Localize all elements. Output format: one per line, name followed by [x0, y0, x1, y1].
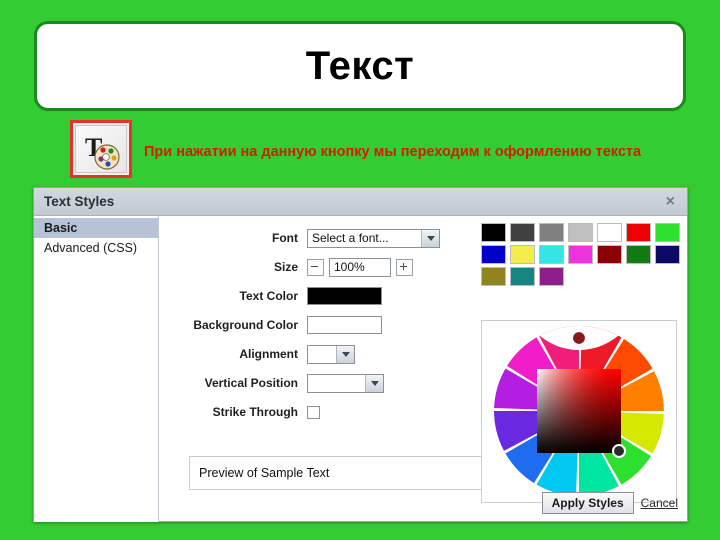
chevron-down-icon	[336, 345, 354, 363]
color-swatch[interactable]	[510, 223, 535, 242]
minus-icon[interactable]	[307, 258, 324, 276]
dialog-form: Font Select a font... Size 100% Text Col…	[159, 216, 497, 522]
background-color-label: Background Color	[193, 318, 298, 332]
background-color-field[interactable]	[307, 316, 382, 334]
color-swatch[interactable]	[597, 223, 622, 242]
text-styles-button-thumbnail[interactable]: T	[70, 120, 132, 178]
size-label: Size	[273, 260, 298, 274]
strike-through-checkbox[interactable]	[307, 405, 320, 419]
alignment-select[interactable]	[307, 344, 355, 364]
form-row-font: Font Select a font...	[159, 224, 475, 252]
form-row-background-color: Background Color	[159, 311, 475, 339]
dialog-body: Basic Advanced (CSS) Font Select a font.…	[34, 216, 687, 522]
color-swatch[interactable]	[481, 267, 506, 286]
text-styles-dialog: Text Styles × Basic Advanced (CSS) Font …	[33, 187, 688, 522]
hue-marker	[570, 329, 588, 347]
color-swatch[interactable]	[510, 267, 535, 286]
color-swatch[interactable]	[568, 223, 593, 242]
color-swatch[interactable]	[655, 223, 680, 242]
sv-marker	[612, 444, 626, 458]
font-select-value: Select a font...	[312, 231, 389, 245]
dialog-titlebar: Text Styles ×	[34, 188, 687, 216]
chevron-down-icon	[421, 229, 439, 247]
font-label: Font	[272, 231, 298, 245]
chevron-down-icon	[365, 374, 383, 392]
text-color-label: Text Color	[239, 289, 298, 303]
sidebar-item-advanced-css[interactable]: Advanced (CSS)	[34, 238, 158, 258]
form-row-text-color: Text Color	[159, 282, 475, 310]
form-row-vertical-position: Vertical Position	[159, 369, 475, 397]
preview-text: Preview of Sample Text	[199, 466, 330, 480]
font-select[interactable]: Select a font...	[307, 228, 440, 248]
apply-styles-button[interactable]: Apply Styles	[541, 492, 634, 514]
color-swatch-grid	[481, 223, 680, 286]
close-icon[interactable]: ×	[664, 193, 677, 210]
color-panel	[475, 216, 687, 522]
plus-icon[interactable]	[396, 258, 413, 276]
vertical-position-select[interactable]	[307, 373, 384, 393]
form-row-size: Size 100%	[159, 253, 475, 281]
preview-box: Preview of Sample Text	[189, 456, 497, 490]
dialog-title: Text Styles	[44, 194, 115, 209]
color-swatch[interactable]	[510, 245, 535, 264]
sidebar-item-basic[interactable]: Basic	[34, 218, 158, 238]
alignment-label: Alignment	[239, 347, 298, 361]
color-swatch[interactable]	[626, 223, 651, 242]
text-palette-glyph: T	[85, 133, 120, 170]
annotation-text: При нажатии на данную кнопку мы переходи…	[144, 144, 642, 160]
cancel-link[interactable]: Cancel	[641, 496, 678, 510]
color-swatch[interactable]	[597, 245, 622, 264]
strike-through-label: Strike Through	[212, 405, 298, 419]
hue-ring-with-sv-square-icon[interactable]	[482, 321, 676, 502]
color-wheel-panel[interactable]	[481, 320, 677, 503]
color-swatch[interactable]	[655, 245, 680, 264]
text-styles-palette-icon: T	[75, 125, 127, 173]
text-color-field[interactable]	[307, 287, 382, 305]
vertical-position-label: Vertical Position	[204, 376, 298, 390]
color-swatch[interactable]	[539, 267, 564, 286]
dialog-footer: Apply Styles Cancel	[541, 492, 678, 514]
page-title: Текст	[305, 43, 415, 88]
color-swatch[interactable]	[481, 223, 506, 242]
dialog-sidebar: Basic Advanced (CSS)	[34, 216, 159, 522]
form-row-strike-through: Strike Through	[159, 398, 475, 426]
size-input[interactable]: 100%	[329, 257, 391, 277]
form-row-alignment: Alignment	[159, 340, 475, 368]
color-swatch[interactable]	[626, 245, 651, 264]
color-swatch[interactable]	[539, 245, 564, 264]
color-swatch[interactable]	[539, 223, 564, 242]
color-swatch[interactable]	[481, 245, 506, 264]
slide-title-box: Текст	[34, 21, 686, 111]
color-swatch[interactable]	[568, 245, 593, 264]
